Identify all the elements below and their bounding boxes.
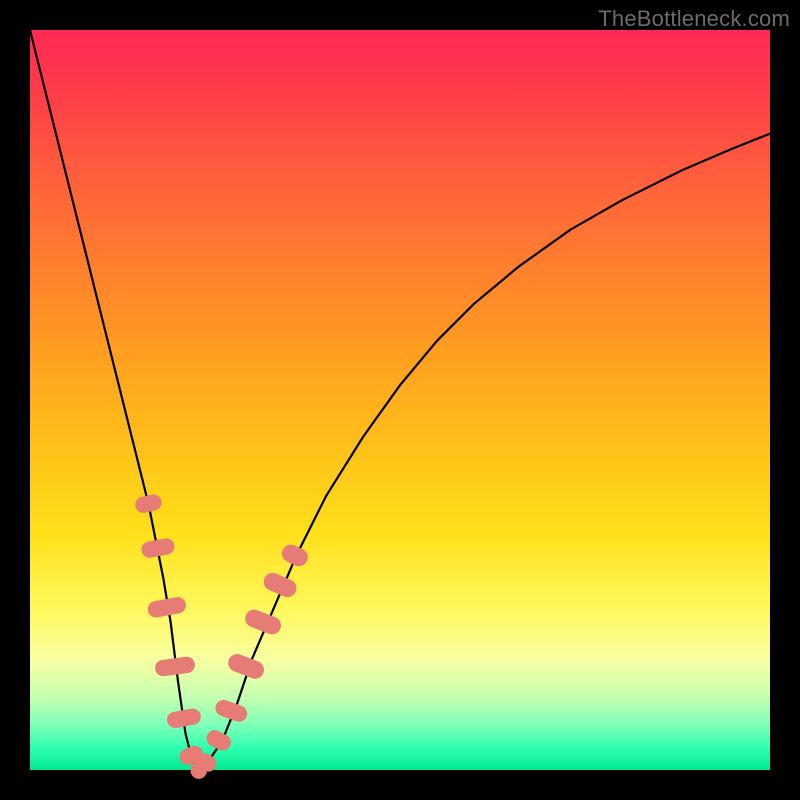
highlight-dot xyxy=(154,656,196,677)
highlight-dot xyxy=(204,727,234,753)
highlight-dot xyxy=(146,596,187,619)
chart-frame: TheBottleneck.com xyxy=(0,0,800,800)
highlight-dot xyxy=(166,707,202,729)
highlight-dot xyxy=(140,537,176,559)
bottleneck-curve xyxy=(30,30,770,770)
highlight-markers xyxy=(134,493,311,779)
highlight-dot xyxy=(279,542,311,569)
curve-svg xyxy=(30,30,770,770)
watermark-text: TheBottleneck.com xyxy=(598,6,790,32)
highlight-dot xyxy=(134,493,163,515)
plot-area xyxy=(30,30,770,770)
